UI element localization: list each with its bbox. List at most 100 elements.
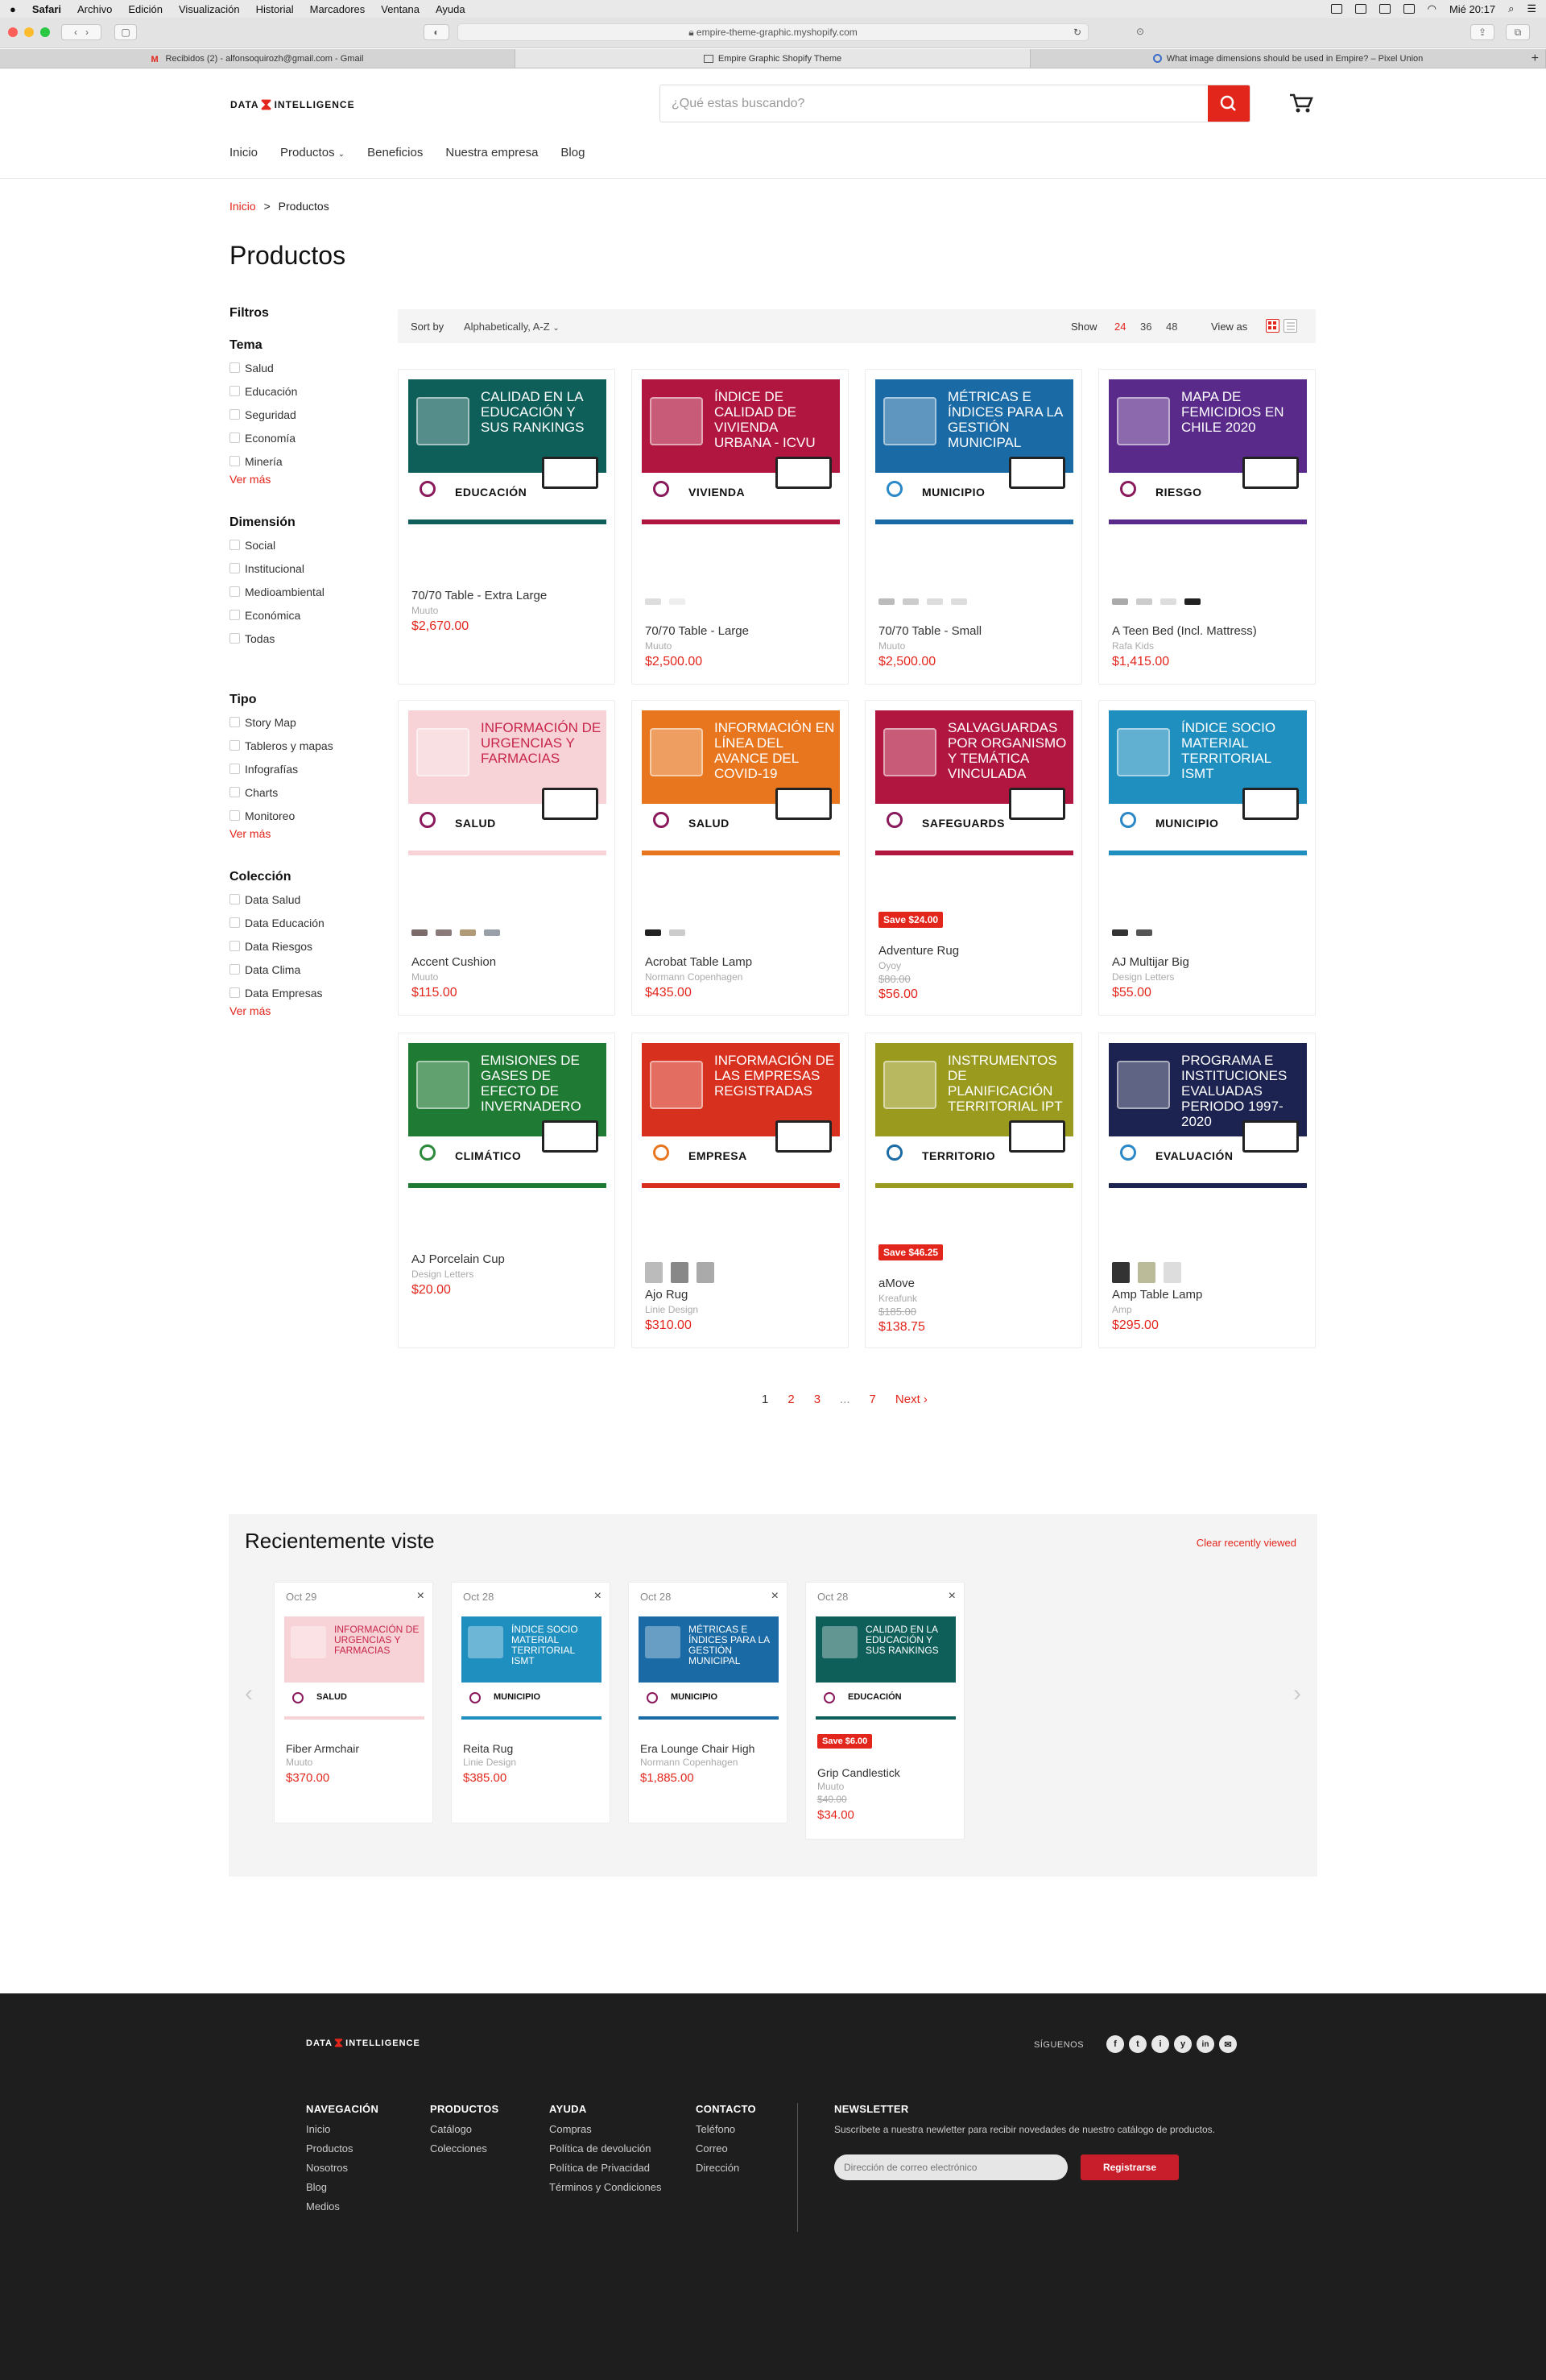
product-image[interactable]: Información en línea del avance del COVI… (642, 710, 840, 855)
apple-icon[interactable]: ● (10, 3, 16, 15)
recent-product-image[interactable]: Métricas e índices para la gestión munic… (639, 1616, 779, 1720)
tab-pixelunion[interactable]: What image dimensions should be used in … (1031, 49, 1546, 68)
nav-beneficios[interactable]: Beneficios (367, 146, 423, 159)
swatch[interactable] (1160, 598, 1176, 605)
product-card[interactable]: Instrumentos de planificación territoria… (865, 1033, 1082, 1348)
filter-option[interactable]: Monitoreo (229, 804, 374, 827)
sidebar-icon[interactable]: ▢ (114, 24, 137, 40)
wifi-icon[interactable]: ◠ (1428, 2, 1436, 15)
nav-nuestra-empresa[interactable]: Nuestra empresa (445, 146, 538, 159)
menu-marcadores[interactable]: Marcadores (310, 3, 366, 15)
filter-option[interactable]: Todas (229, 627, 374, 650)
download-icon[interactable]: ⊙ (1132, 24, 1148, 40)
show-option-48[interactable]: 48 (1166, 321, 1177, 333)
product-image[interactable]: Instrumentos de planificación territoria… (875, 1043, 1073, 1188)
product-name[interactable]: AJ Multijar Big (1112, 955, 1189, 969)
filter-option[interactable]: Salud (229, 356, 374, 379)
swatch[interactable] (927, 598, 943, 605)
spotlight-icon[interactable]: ⌕ (1508, 2, 1514, 15)
footer-link[interactable]: Blog (306, 2181, 378, 2200)
product-name[interactable]: A Teen Bed (Incl. Mattress) (1112, 624, 1257, 638)
swatch[interactable] (436, 929, 452, 936)
new-tab-icon[interactable]: + (1532, 52, 1539, 66)
menu-safari[interactable]: Safari (32, 3, 61, 15)
filter-show-more-link[interactable]: Ver más (229, 1004, 374, 1017)
footer-link[interactable]: Medios (306, 2200, 378, 2220)
breadcrumb-home[interactable]: Inicio (229, 200, 256, 213)
filter-show-more-link[interactable]: Ver más (229, 473, 374, 486)
page-7[interactable]: 7 (870, 1393, 876, 1406)
filter-option[interactable]: Data Educación (229, 911, 374, 934)
search-button[interactable] (1208, 85, 1250, 122)
footer-link[interactable]: Dirección (696, 2162, 756, 2181)
instagram-icon[interactable]: i (1151, 2035, 1169, 2053)
next-page-link[interactable]: Next › (895, 1393, 928, 1406)
show-option-24[interactable]: 24 (1114, 321, 1126, 333)
product-image[interactable]: Información de las empresas registradas E… (642, 1043, 840, 1188)
battery-icon[interactable] (1403, 4, 1415, 14)
nav-blog[interactable]: Blog (560, 146, 585, 159)
product-name[interactable]: aMove (878, 1277, 915, 1290)
product-name[interactable]: 70/70 Table - Large (645, 624, 749, 638)
tab-empire[interactable]: Empire Graphic Shopify Theme (515, 49, 1031, 68)
footer-link[interactable]: Compras (549, 2123, 661, 2142)
footer-link[interactable]: Colecciones (430, 2142, 499, 2162)
checkbox[interactable] (229, 987, 240, 998)
product-card[interactable]: Métricas e índices para la gestión munic… (865, 369, 1082, 685)
product-image[interactable]: Índice de calidad de vivienda urbana - I… (642, 379, 840, 524)
product-image[interactable]: Métricas e índices para la gestión munic… (875, 379, 1073, 524)
carousel-prev-icon[interactable]: ‹ (245, 1680, 253, 1707)
tab-gmail[interactable]: M Recibidos (2) - alfonsoquirozh@gmail.co… (0, 49, 515, 68)
checkbox[interactable] (229, 610, 240, 620)
filter-option[interactable]: Data Clima (229, 958, 374, 981)
filter-option[interactable]: Minería (229, 449, 374, 473)
product-card[interactable]: Salvaguardas por organismo y temática vi… (865, 700, 1082, 1016)
checkbox[interactable] (229, 456, 240, 466)
footer-logo[interactable]: DATA ⧗ INTELLIGENCE (306, 2037, 420, 2050)
product-name[interactable]: 70/70 Table - Small (878, 624, 982, 638)
share-icon[interactable]: ⇪ (1470, 24, 1494, 40)
product-image[interactable]: Mapa de femicidios en Chile 2020 RIESGO (1109, 379, 1307, 524)
product-card[interactable]: Índice de calidad de vivienda urbana - I… (631, 369, 849, 685)
remove-icon[interactable]: × (949, 1589, 956, 1604)
swatch[interactable] (1184, 598, 1201, 605)
page-2[interactable]: 2 (787, 1393, 794, 1406)
checkbox[interactable] (229, 540, 240, 550)
cart-icon[interactable] (1288, 92, 1314, 114)
checkbox[interactable] (229, 917, 240, 928)
status-icon[interactable] (1330, 4, 1342, 14)
recent-product-card[interactable]: Oct 28 × Métricas e índices para la gestió… (628, 1582, 787, 1823)
checkbox[interactable] (229, 386, 240, 396)
swatch[interactable] (1136, 598, 1152, 605)
filter-option[interactable]: Medioambiental (229, 580, 374, 603)
filter-option[interactable]: Económica (229, 603, 374, 627)
swatch[interactable] (1164, 1262, 1181, 1283)
checkbox[interactable] (229, 633, 240, 644)
checkbox[interactable] (229, 964, 240, 975)
checkbox[interactable] (229, 941, 240, 951)
checkbox[interactable] (229, 409, 240, 420)
swatch[interactable] (645, 1262, 663, 1283)
email-icon[interactable]: ✉ (1219, 2035, 1237, 2053)
checkbox[interactable] (229, 563, 240, 573)
close-window-icon[interactable] (8, 27, 18, 37)
address-bar[interactable]: 🔒︎ empire-theme-graphic.myshopify.com ↻ (457, 23, 1089, 41)
reload-icon[interactable]: ↻ (1073, 24, 1081, 40)
checkbox[interactable] (229, 586, 240, 597)
swatch[interactable] (1112, 598, 1128, 605)
menu-archivo[interactable]: Archivo (77, 3, 112, 15)
footer-link[interactable]: Correo (696, 2142, 756, 2162)
control-center-icon[interactable]: ☰ (1527, 2, 1536, 15)
search-input[interactable] (660, 85, 1208, 122)
swatch[interactable] (484, 929, 500, 936)
product-name[interactable]: Reita Rug (463, 1742, 513, 1755)
product-image[interactable]: Programa e instituciones evaluadas perio… (1109, 1043, 1307, 1188)
youtube-icon[interactable]: y (1174, 2035, 1192, 2053)
filter-option[interactable]: Educación (229, 379, 374, 403)
list-view-icon[interactable] (1284, 319, 1297, 333)
product-name[interactable]: Fiber Armchair (286, 1742, 359, 1755)
filter-option[interactable]: Tableros y mapas (229, 734, 374, 757)
product-card[interactable]: Índice socio material territorial ISMT MU… (1098, 700, 1316, 1016)
swatch[interactable] (697, 1262, 714, 1283)
footer-link[interactable]: Términos y Condiciones (549, 2181, 661, 2200)
